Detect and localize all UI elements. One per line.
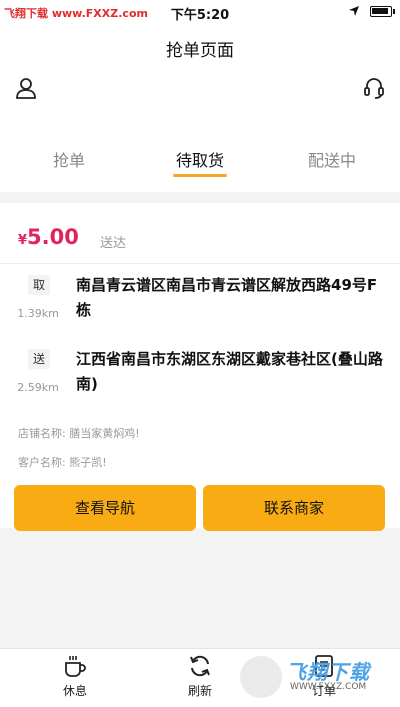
- view-navigation-button[interactable]: 查看导航: [14, 485, 196, 531]
- customer-name: 熊子凯!: [69, 456, 107, 469]
- active-tab-indicator: [173, 174, 227, 177]
- contact-merchant-button[interactable]: 联系商家: [203, 485, 385, 531]
- tab-delivering[interactable]: 配送中: [297, 147, 367, 171]
- refresh-label: 刷新: [187, 684, 212, 698]
- dropoff-distance: 2.59km: [17, 381, 59, 394]
- coffee-cup-icon: [65, 656, 86, 677]
- refresh-tab[interactable]: 刷新: [170, 653, 230, 699]
- tab-grab-order[interactable]: 抢单: [35, 147, 103, 171]
- price-amount: 5.00: [27, 225, 79, 249]
- shop-label: 店铺名称:: [18, 427, 66, 440]
- watermark-name: 飞翔下载: [286, 660, 370, 684]
- battery-icon: [370, 5, 395, 17]
- nav-bar: 抢单页面: [0, 24, 400, 134]
- delivery-type: 送达: [100, 236, 127, 251]
- rest-tab[interactable]: 休息: [45, 653, 105, 699]
- customer-service-icon[interactable]: [362, 76, 386, 100]
- tab-pending-pickup[interactable]: 待取货: [165, 147, 235, 171]
- refresh-icon: [190, 655, 210, 677]
- status-time: 下午5:20: [170, 8, 230, 23]
- dropoff-badge: 送: [28, 349, 50, 369]
- order-price: ¥5.00: [18, 225, 79, 249]
- status-bar: 飞翔下载 www.FXXZ.com 下午5:20: [0, 0, 400, 24]
- customer-label: 客户名称:: [18, 456, 66, 469]
- order-card: ¥5.00 送达 取 1.39km 南昌青云谱区南昌市青云谱区解放西路49号F栋…: [0, 203, 400, 531]
- pickup-badge: 取: [28, 275, 50, 295]
- page-title: 抢单页面: [166, 41, 234, 61]
- watermark-badge: 飞翔下载 WWW.FXXZ.COM: [240, 656, 390, 700]
- shop-name-line: 店铺名称: 膳当家黄焖鸡!: [18, 425, 140, 441]
- customer-name-line: 客户名称: 熊子凯!: [18, 454, 107, 470]
- status-icons: [348, 5, 395, 17]
- user-profile-icon[interactable]: [14, 76, 38, 100]
- pickup-distance: 1.39km: [17, 307, 59, 320]
- watermark-logo-icon: [240, 656, 282, 698]
- watermark-url: WWW.FXXZ.COM: [290, 682, 367, 692]
- location-arrow-icon: [349, 6, 359, 16]
- pickup-address: 南昌青云谱区南昌市青云谱区解放西路49号F栋: [76, 276, 378, 319]
- currency-symbol: ¥: [18, 233, 28, 248]
- order-tabs: 抢单 待取货 配送中: [0, 134, 400, 192]
- rest-label: 休息: [62, 684, 87, 698]
- dropoff-address: 江西省南昌市东湖区东湖区戴家巷社区(叠山路南): [76, 350, 383, 393]
- divider: [0, 263, 400, 264]
- shop-name: 膳当家黄焖鸡!: [69, 427, 140, 440]
